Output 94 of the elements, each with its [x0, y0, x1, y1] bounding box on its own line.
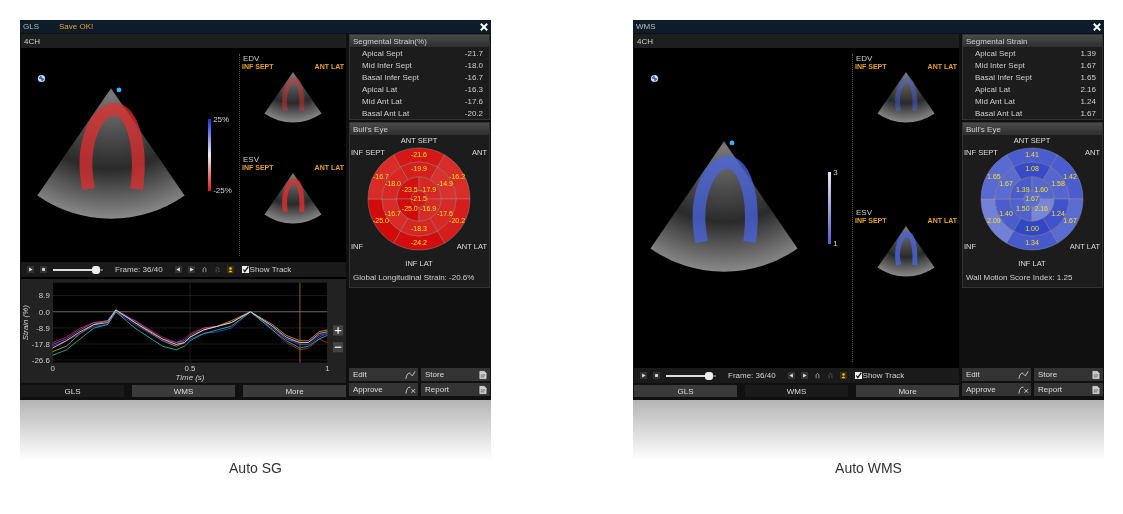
play-icon[interactable] — [27, 266, 34, 273]
segment-value: 1.24 — [1080, 96, 1096, 106]
panel-header: Bull's Eye — [350, 123, 489, 135]
segment-value: -16.7 — [464, 72, 483, 82]
mode-tab[interactable]: WMS — [745, 385, 848, 397]
mode-tab[interactable]: More — [856, 385, 959, 397]
segment-value: 1.67 — [1080, 60, 1096, 70]
window-title: GLS — [23, 22, 39, 31]
frame-counter: Frame: 36/40 — [728, 371, 776, 380]
segment-value: 1.65 — [1080, 72, 1096, 82]
frame-slider[interactable] — [666, 374, 716, 377]
action-button[interactable]: Edit — [349, 368, 418, 381]
segment-value: -20.2 — [464, 108, 483, 118]
panel-header: Bull's Eye — [963, 123, 1102, 135]
segment-name: Basal Ant Lat — [362, 108, 410, 118]
document-icon — [1090, 384, 1101, 395]
segment-value: -21.7 — [464, 48, 483, 58]
panel-header: Segmental Strain — [963, 35, 1102, 47]
stop-icon[interactable] — [653, 372, 660, 379]
segment-name: Basal Ant Lat — [975, 108, 1023, 118]
action-button[interactable]: Approve — [962, 383, 1031, 396]
segment-value: -16.3 — [464, 84, 483, 94]
segment-name: Apical Sept — [975, 48, 1016, 58]
mode-tab[interactable]: GLS — [634, 385, 737, 397]
next-frame-icon[interactable] — [800, 372, 808, 379]
segment-name: Mid Ant Lat — [975, 96, 1016, 106]
time-cursor-line[interactable] — [299, 282, 301, 363]
color-scale-bar — [828, 172, 832, 244]
window-title: WMS — [636, 22, 656, 31]
segment-name: Mid Ant Lat — [362, 96, 403, 106]
probe-orientation-icon — [650, 74, 659, 83]
scale-min-label: -25% — [213, 186, 232, 195]
frame-slider[interactable] — [53, 268, 103, 271]
document-icon — [477, 384, 488, 395]
zoom-in-button[interactable] — [333, 325, 344, 336]
frame-counter: Frame: 36/40 — [115, 265, 163, 274]
segment-name: Apical Lat — [362, 84, 398, 94]
close-icon[interactable] — [480, 22, 488, 31]
panel-header: Segmental Strain(%) — [350, 35, 489, 47]
scale-max-label: 25% — [213, 115, 231, 124]
view-phase-label: ESV — [855, 208, 872, 217]
segment-value: -18.0 — [464, 60, 483, 70]
show-track-checkbox[interactable]: Show Track — [854, 371, 905, 380]
stop-icon[interactable] — [40, 266, 47, 273]
document-icon — [477, 369, 488, 380]
show-track-checkbox[interactable]: Show Track — [241, 265, 292, 274]
previous-frame-icon[interactable] — [787, 372, 795, 379]
previous-frame-icon[interactable] — [174, 266, 182, 273]
scale-max-label: 3 — [833, 168, 838, 177]
mode-tab[interactable]: More — [243, 385, 346, 397]
view-label: 4CH — [24, 36, 40, 46]
action-button[interactable]: Report — [1034, 383, 1103, 396]
segment-value: 1.67 — [1080, 108, 1096, 118]
segment-value: 2.16 — [1080, 84, 1096, 94]
segment-name: Mid Inter Sept — [975, 60, 1025, 70]
view-phase-label: EDV — [242, 54, 260, 63]
person-icon[interactable] — [839, 372, 847, 379]
action-button[interactable]: Store — [1034, 368, 1103, 381]
summary-text: Wall Motion Score Index: 1.25 — [965, 272, 1074, 284]
curve-cross-icon — [1018, 384, 1029, 395]
segment-name: Basal Infer Sept — [975, 72, 1032, 82]
segment-name: Basal Infer Sept — [362, 72, 419, 82]
caption: Auto WMS — [834, 460, 903, 476]
action-button[interactable]: Report — [421, 383, 490, 396]
probe-orientation-icon — [37, 74, 46, 83]
mode-tab[interactable]: WMS — [132, 385, 235, 397]
action-button[interactable]: Store — [421, 368, 490, 381]
status-message: Save OK! — [59, 22, 94, 31]
mode-tab[interactable]: GLS — [21, 385, 124, 397]
view-phase-label: EDV — [855, 54, 873, 63]
view-label: 4CH — [637, 36, 653, 46]
close-icon[interactable] — [1093, 22, 1101, 31]
zoom-out-button[interactable] — [333, 342, 344, 353]
curve-cross-icon — [405, 384, 416, 395]
color-scale-bar — [208, 119, 212, 191]
view-phase-label: ESV — [242, 155, 259, 164]
action-button[interactable]: Approve — [349, 383, 418, 396]
curve-check-icon — [1018, 369, 1029, 380]
caption: Auto SG — [228, 460, 283, 476]
document-icon — [1090, 369, 1101, 380]
summary-text: Global Longitudinal Strain: -20.6% — [352, 272, 476, 284]
curve-check-icon — [405, 369, 416, 380]
segment-value: 1.39 — [1080, 48, 1096, 58]
segment-name: Apical Lat — [975, 84, 1011, 94]
segment-value: -17.6 — [464, 96, 483, 106]
segment-name: Apical Sept — [362, 48, 403, 58]
checkbox-icon[interactable] — [854, 372, 862, 379]
person-icon[interactable] — [226, 266, 234, 273]
play-icon[interactable] — [640, 372, 647, 379]
next-frame-icon[interactable] — [187, 266, 195, 273]
action-button[interactable]: Edit — [962, 368, 1031, 381]
scale-min-label: 1 — [833, 239, 838, 248]
segment-name: Mid Infer Sept — [362, 60, 412, 70]
checkbox-icon[interactable] — [241, 266, 249, 273]
